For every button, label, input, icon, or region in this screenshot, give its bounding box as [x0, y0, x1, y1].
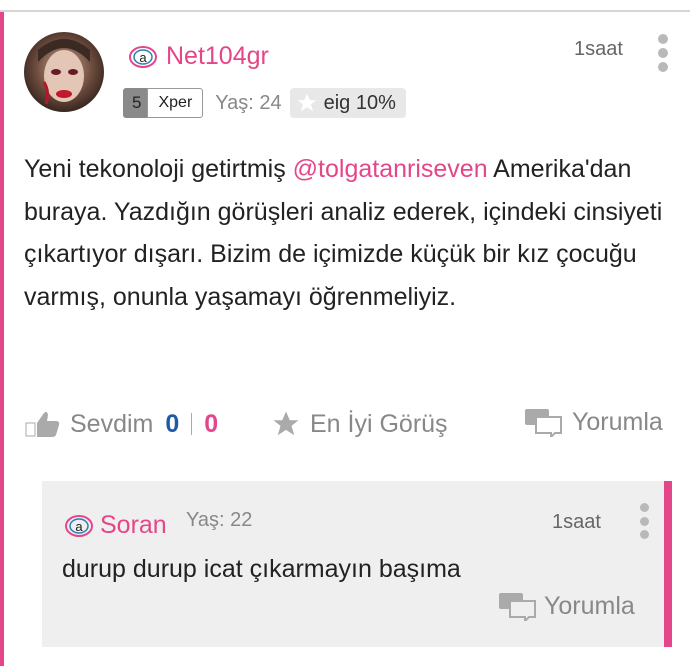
reply-comment: a Soran Yaş: 22 1saat durup durup icat ç… — [42, 481, 664, 647]
reply-time: 1saat — [552, 511, 601, 533]
post-actions: Sevdim 0 0 En İyi Görüş Yorumla — [24, 405, 674, 445]
anonymous-icon: a — [129, 45, 157, 68]
top-divider — [0, 10, 690, 12]
eig-label: eig 10% — [323, 91, 396, 114]
reply-reply-button[interactable]: Yorumla — [498, 591, 635, 621]
reply-user-age: Yaş: 22 — [186, 509, 253, 531]
like-label: Sevdim — [70, 409, 154, 438]
level-badge: 5 — [123, 88, 148, 118]
post-body: Yeni tekonoloji getirtmiş @tolgatanrisev… — [24, 148, 674, 318]
username[interactable]: Net104gr — [166, 42, 269, 71]
post-accent-bar — [0, 12, 4, 666]
count-divider — [191, 413, 193, 435]
like-button[interactable]: Sevdim 0 0 — [24, 409, 218, 439]
reply-username[interactable]: Soran — [100, 511, 167, 540]
like-count: 0 — [165, 409, 180, 438]
svg-text:a: a — [75, 519, 83, 534]
reply-button[interactable]: Yorumla — [524, 407, 663, 437]
eig-badge: eig 10% — [289, 88, 406, 118]
reply-reply-label: Yorumla — [544, 591, 635, 620]
svg-text:a: a — [139, 50, 147, 65]
thumbs-up-icon — [25, 411, 60, 437]
rank-badge: Xper — [147, 88, 204, 118]
user-age: Yaş: 24 — [215, 91, 282, 114]
more-vertical-icon[interactable] — [656, 34, 670, 72]
comment-icon — [499, 593, 536, 621]
reply-accent-bar — [664, 481, 672, 647]
post-text-start: Yeni tekonoloji getirtmiş — [24, 155, 293, 183]
reply-label: Yorumla — [572, 407, 663, 436]
post-time: 1saat — [574, 38, 623, 60]
dislike-count: 0 — [204, 409, 219, 438]
more-vertical-icon[interactable] — [638, 503, 650, 539]
avatar[interactable] — [24, 32, 104, 112]
best-opinion-button[interactable]: En İyi Görüş — [270, 409, 448, 439]
star-icon — [297, 93, 316, 112]
user-badges: 5 Xper Yaş: 24 eig 10% — [123, 88, 406, 118]
star-icon — [273, 411, 299, 436]
anonymous-icon: a — [65, 514, 93, 537]
post-author[interactable]: a Net104gr — [128, 42, 269, 71]
mention-link[interactable]: @tolgatanriseven — [293, 155, 488, 183]
reply-author[interactable]: a Soran — [64, 511, 167, 540]
best-opinion-label: En İyi Görüş — [310, 409, 448, 438]
comment-icon — [525, 409, 562, 437]
reply-text: durup durup icat çıkarmayın başıma — [62, 555, 461, 583]
